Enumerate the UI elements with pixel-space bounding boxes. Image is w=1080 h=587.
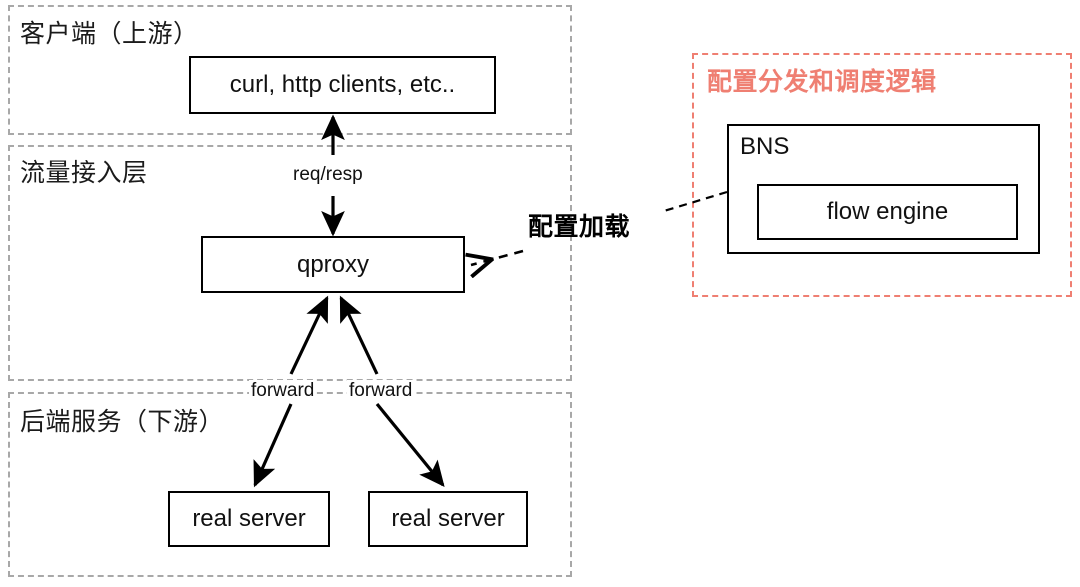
zone-traffic-title: 流量接入层	[20, 159, 148, 187]
node-bns-label: BNS	[740, 133, 790, 160]
edge-label-forward-left: forward	[249, 380, 317, 402]
node-http-clients[interactable]: curl, http clients, etc..	[189, 56, 496, 114]
node-real-server-right[interactable]: real server	[368, 491, 528, 547]
node-qproxy[interactable]: qproxy	[201, 236, 465, 293]
zone-client-title: 客户端（上游）	[20, 20, 199, 48]
zone-backend-title: 后端服务（下游）	[20, 408, 225, 436]
callout-config-load: 配置加载	[528, 213, 631, 241]
diagram-canvas: 客户端（上游） 流量接入层 后端服务（下游） 配置分发和调度逻辑 curl, h…	[0, 0, 1080, 587]
node-flow-engine[interactable]: flow engine	[757, 184, 1018, 240]
edge-label-req-resp: req/resp	[291, 164, 365, 186]
zone-config-dispatch-title: 配置分发和调度逻辑	[707, 68, 937, 96]
edge-label-forward-right: forward	[347, 380, 415, 402]
node-real-server-left[interactable]: real server	[168, 491, 330, 547]
